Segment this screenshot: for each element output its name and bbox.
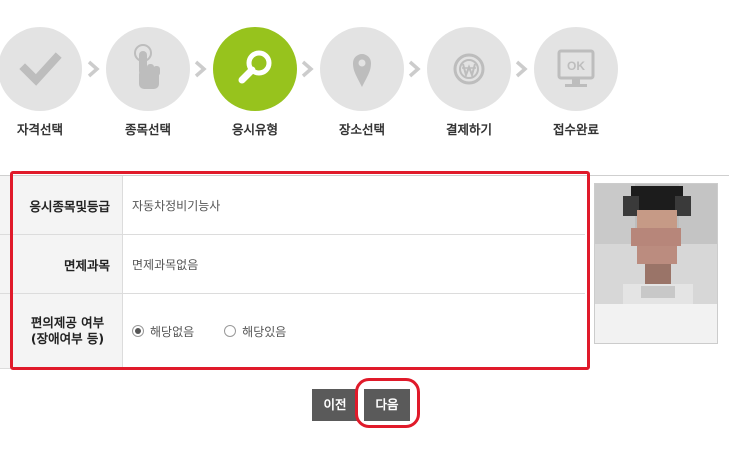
- step-5-label: 결제하기: [445, 122, 492, 137]
- step-5-circle: [427, 27, 511, 111]
- step-2-circle: [106, 27, 190, 111]
- svg-text:OK: OK: [567, 59, 585, 73]
- chevron-right-icon: [86, 60, 100, 78]
- step-6-circle: OK: [534, 27, 618, 111]
- search-icon: [238, 50, 272, 84]
- applicant-photo: [594, 183, 718, 344]
- check-icon: [19, 52, 62, 86]
- hand-pointer-icon: [134, 44, 160, 89]
- ok-monitor-icon: OK: [557, 49, 595, 87]
- next-button-highlight: [355, 378, 420, 428]
- step-3-label: 응시유형: [231, 122, 278, 137]
- step-4-label: 장소선택: [338, 122, 385, 137]
- form-highlight-box: [10, 171, 590, 370]
- step-2-label: 종목선택: [124, 122, 171, 137]
- photo-placeholder-icon: [595, 184, 717, 343]
- map-pin-icon: [353, 54, 371, 87]
- chevron-right-icon: [193, 60, 207, 78]
- step-1-label: 자격선택: [16, 122, 63, 137]
- step-4-circle: [320, 27, 404, 111]
- chevron-right-icon: [300, 60, 314, 78]
- step-1-circle: [0, 27, 82, 111]
- prev-button[interactable]: 이전: [312, 389, 358, 421]
- won-coin-icon: [453, 53, 485, 85]
- step-6-label: 접수완료: [552, 122, 599, 137]
- step-3-circle: [213, 27, 297, 111]
- chevron-right-icon: [514, 60, 528, 78]
- chevron-right-icon: [407, 60, 421, 78]
